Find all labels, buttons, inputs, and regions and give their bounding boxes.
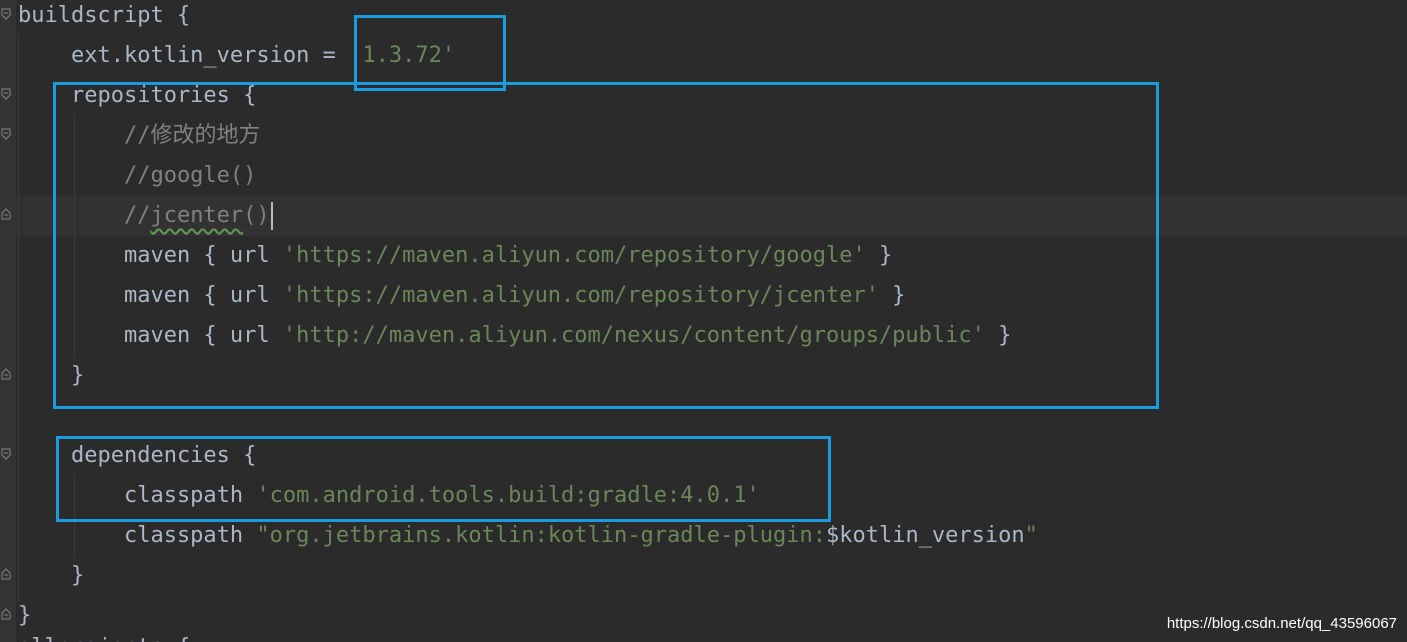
code-line[interactable]: buildscript { <box>18 0 190 36</box>
code-token: buildscript { <box>18 3 191 28</box>
code-line[interactable]: } <box>18 556 84 596</box>
code-token: "org.jetbrains.kotlin:kotlin-gradle-plug… <box>256 523 826 548</box>
watermark: https://blog.csdn.net/qq_43596067 <box>1166 615 1397 632</box>
fold-marker-icon[interactable] <box>0 448 12 460</box>
code-token: classpath <box>18 523 257 548</box>
fold-end-marker-icon[interactable] <box>0 568 12 580</box>
highlight-box-repositories <box>53 82 1159 409</box>
code-token: $kotlin_version <box>825 523 1025 548</box>
fold-end-marker-icon[interactable] <box>0 368 12 380</box>
highlight-box-kotlin-version <box>354 15 506 91</box>
code-token: " <box>1024 523 1038 548</box>
code-token: } <box>18 603 32 628</box>
fold-end-marker-icon[interactable] <box>0 608 12 620</box>
next-line-partial: allprojects { <box>18 628 328 642</box>
fold-marker-icon[interactable] <box>0 88 12 100</box>
highlight-box-gradle-classpath <box>56 436 831 522</box>
fold-marker-icon[interactable] <box>0 128 12 140</box>
next-line-text: allprojects { <box>18 628 328 642</box>
code-token: } <box>18 563 85 588</box>
fold-end-marker-icon[interactable] <box>0 208 12 220</box>
fold-marker-icon[interactable] <box>0 8 12 20</box>
code-editor[interactable]: buildscript { ext.kotlin_version = '1.3.… <box>0 0 1407 642</box>
code-token: ext.kotlin_version = <box>18 43 350 68</box>
code-line[interactable]: classpath "org.jetbrains.kotlin:kotlin-g… <box>18 516 1038 556</box>
